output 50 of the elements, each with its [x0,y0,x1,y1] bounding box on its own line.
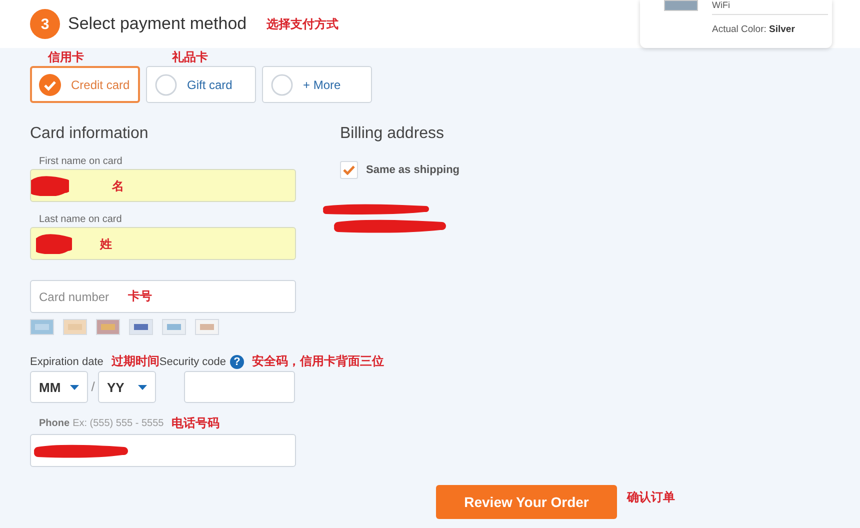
payment-method-option[interactable]: Gift card [146,66,256,103]
field-label: Security code [159,356,226,368]
section-heading: Billing address [340,125,446,143]
payment-method-option[interactable]: Credit card [30,66,140,103]
card-icon [63,319,87,335]
checkbox-label: Same as shipping [366,164,460,176]
field-label: Expiration date [30,356,104,368]
checkbox[interactable] [340,161,358,179]
annotation-note: 卡号 [128,288,152,305]
product-color: Actual Color: Silver [712,24,795,35]
product-thumbnail [664,0,698,11]
date-dropdown[interactable]: YY [98,371,156,403]
help-icon[interactable]: ? [230,354,244,368]
field-label: Last name on card [39,214,122,225]
caret-icon [70,384,79,390]
review-order-button[interactable]: Review Your Order [436,485,617,519]
date-dropdown[interactable]: MM [30,371,88,403]
payment-method-option[interactable]: + More [262,66,372,103]
product-text: WiFi [712,0,730,10]
caret-icon [138,384,147,390]
text-field[interactable] [30,227,296,260]
annotation-note: 礼品卡 [172,50,208,64]
text-field[interactable] [30,169,296,202]
field-label: Phone [39,418,70,429]
check-circle-icon [39,74,61,96]
date-separator: / [90,378,96,396]
annotation-note: 安全码，信用卡背面三位 [252,353,384,370]
field-hint: Ex: (555) 555 - 5555 [72,418,164,429]
annotation-note: 确认订单 [627,489,675,506]
radio-circle-icon [155,74,177,96]
check-icon [343,165,355,175]
section-title: Select payment method [68,14,247,34]
card-icon [129,319,153,335]
card-icon [30,319,54,335]
redaction-scribble [31,176,69,196]
card-icon [162,319,186,335]
annotation-note: 过期时间 [111,353,160,370]
annotation-note: 名 [112,178,124,195]
step-number-badge: 3 [30,9,60,39]
section-heading: Card information [30,125,150,143]
card-icon [195,319,219,335]
security-code-field[interactable] [184,371,295,403]
redaction-scribble [36,234,72,254]
annotation-note: 电话号码 [172,415,220,432]
annotation-note: 信用卡 [48,50,84,64]
annotation-note: 姓 [100,236,112,253]
field-label: First name on card [39,156,122,167]
annotation-note: 选择支付方式 [266,16,339,32]
card-icon [96,319,120,335]
radio-circle-icon [271,74,293,96]
